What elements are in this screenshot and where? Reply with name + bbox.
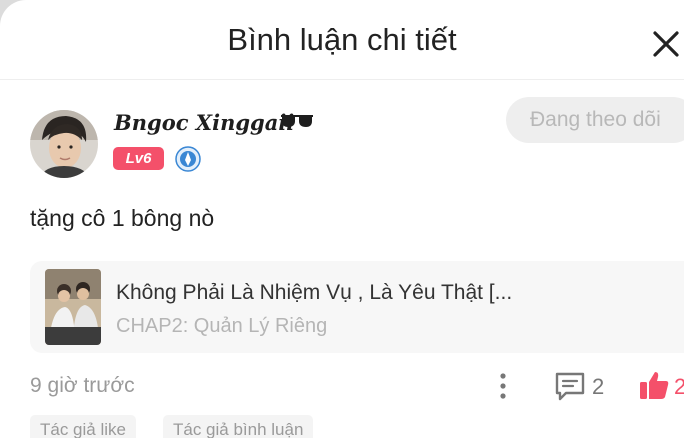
header: Bình luận chi tiết	[0, 0, 684, 80]
story-title: Không Phải Là Nhiệm Vụ , Là Yêu Thật [..…	[116, 281, 513, 304]
comment-timestamp: 9 giờ trước	[30, 374, 135, 397]
story-card[interactable]: Không Phải Là Nhiệm Vụ , Là Yêu Thật [..…	[30, 261, 684, 353]
tag-author-liked: Tác giả like	[30, 415, 136, 438]
avatar[interactable]	[30, 110, 98, 178]
reply-count: 2	[592, 374, 605, 399]
username[interactable]: Bngoc Xinggaii	[114, 110, 294, 138]
more-options-icon[interactable]	[490, 370, 516, 402]
level-badge: Lv6	[113, 147, 164, 170]
like-count: 2	[674, 374, 684, 399]
following-button[interactable]: Đang theo dõi	[506, 97, 684, 143]
reply-icon[interactable]	[554, 371, 586, 401]
like-icon[interactable]	[638, 369, 670, 401]
page-title: Bình luận chi tiết	[227, 22, 457, 57]
comment-detail-sheet: Bình luận chi tiết Bngoc Xinggaii Lv6 Đa…	[0, 0, 684, 438]
comment-text: tặng cô 1 bông nò	[30, 205, 215, 231]
story-chapter: CHAP2: Quản Lý Riêng	[116, 315, 328, 337]
medal-icon	[175, 146, 201, 172]
sunglasses-icon	[281, 115, 313, 127]
story-cover-image	[45, 269, 101, 345]
tag-author-commented: Tác giả bình luận	[163, 415, 314, 438]
close-icon[interactable]	[648, 26, 684, 62]
